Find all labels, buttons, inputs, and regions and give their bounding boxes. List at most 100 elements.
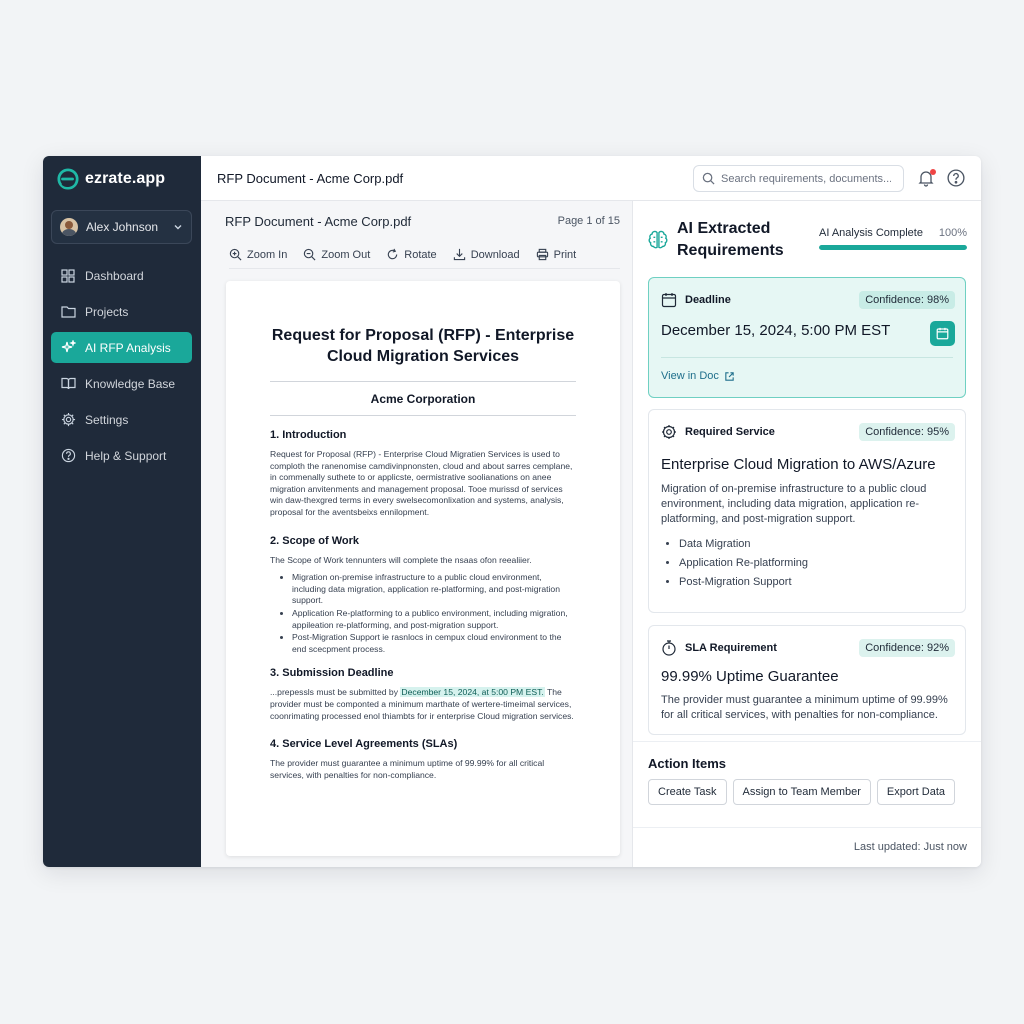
rotate-icon	[388, 248, 398, 260]
avatar	[60, 218, 78, 236]
deadline-text-pre: ...prepessls must be submitted by	[270, 687, 401, 698]
confidence-badge: Confidence: 98%	[859, 291, 955, 309]
book-icon	[60, 376, 76, 392]
print-button[interactable]: Print	[536, 248, 577, 261]
external-link-icon	[725, 371, 734, 381]
search-icon	[702, 172, 715, 185]
list-item: Application Re-platforming to a publico …	[292, 608, 576, 631]
sidebar-item-help-support[interactable]: Help & Support	[51, 440, 192, 471]
create-task-button[interactable]: Create Task	[648, 779, 727, 805]
printer-icon	[536, 248, 548, 261]
sidebar-item-label: Projects	[85, 304, 129, 319]
search-box[interactable]	[693, 165, 904, 192]
panel-title: AI Extracted Requirements	[677, 220, 784, 259]
link-label: View in Doc	[661, 370, 719, 382]
requirements-header: AI Extracted Requirements AI Analysis Co…	[647, 217, 967, 261]
download-icon	[453, 248, 465, 261]
document-org: Acme Corporation	[370, 392, 476, 406]
brand-logo-icon	[57, 168, 79, 190]
analysis-label: AI Analysis Complete	[819, 227, 923, 239]
sidebar-item-label: Knowledge Base	[85, 376, 176, 391]
topbar: RFP Document - Acme Corp.pdf	[201, 156, 981, 201]
export-data-button[interactable]: Export Data	[876, 779, 955, 805]
service-value: Enterprise Cloud Migration to AWS/Azure	[661, 456, 936, 473]
analysis-progress-bar	[819, 245, 967, 250]
chevron-down-icon	[174, 225, 182, 230]
notifications-button[interactable]	[917, 169, 937, 189]
list-item: Data Migration	[679, 538, 808, 550]
sidebar-item-knowledge-base[interactable]: Knowledge Base	[51, 368, 192, 399]
zoom-in-icon	[229, 248, 242, 261]
divider	[661, 357, 953, 358]
view-in-doc-link[interactable]: View in Doc	[661, 370, 735, 382]
section-title-scope: 2. Scope of Work	[270, 534, 360, 547]
tool-label: Download	[470, 248, 520, 261]
section-title-deadline: 3. Submission Deadline	[270, 667, 394, 680]
deadline-card[interactable]: Deadline Confidence: 98% December 15, 20…	[648, 277, 966, 398]
action-items: Create Task Assign to Team Member Export…	[648, 779, 955, 805]
document-title: Request for Proposal (RFP) - Enterprise …	[271, 327, 575, 365]
section-text-introduction: Request for Proposal (RFP) - Enterprise …	[270, 449, 573, 517]
document-page: Request for Proposal (RFP) - Enterprise …	[226, 281, 620, 856]
sidebar-item-dashboard[interactable]: Dashboard	[51, 260, 192, 291]
analysis-progress-fill	[819, 245, 967, 250]
analysis-status: AI Analysis Complete 100%	[819, 227, 967, 250]
scope-intro: The Scope of Work tennunters will comple…	[270, 554, 532, 565]
search-input[interactable]	[721, 172, 891, 185]
sidebar-item-settings[interactable]: Settings	[51, 404, 192, 435]
page-indicator: Page 1 of 15	[557, 215, 620, 227]
deadline-highlight[interactable]: December 15, 2024, at 5:00 PM EST.	[400, 687, 545, 698]
list-item: Migration on-premise infrastructure to a…	[292, 572, 576, 607]
document-name: RFP Document - Acme Corp.pdf	[225, 213, 412, 229]
sidebar: ezrate.app Alex Johnson Dashboard Projec…	[43, 156, 201, 867]
help-circle-icon	[60, 448, 76, 464]
document-viewer: RFP Document - Acme Corp.pdf Page 1 of 1…	[201, 201, 633, 867]
calendar-icon	[936, 327, 949, 340]
download-button[interactable]: Download	[453, 248, 520, 261]
section-text-deadline: ...prepessls must be submitted by Decemb…	[270, 687, 576, 722]
zoom-in-button[interactable]: Zoom In	[229, 248, 287, 261]
list-item: Post-Migration Support ie rasnlocs in ce…	[292, 632, 576, 655]
brain-icon	[648, 230, 668, 249]
section-title-sla: 4. Service Level Agreements (SLAs)	[270, 738, 458, 751]
card-label: Required Service	[685, 426, 775, 438]
document-header: RFP Document - Acme Corp.pdf Page 1 of 1…	[225, 211, 620, 231]
zoom-out-icon	[304, 248, 316, 261]
confidence-badge: Confidence: 92%	[859, 639, 955, 657]
tool-label: Zoom In	[247, 248, 288, 261]
card-label: Deadline	[685, 294, 731, 306]
sidebar-nav: Dashboard Projects AI RFP Analysis Knowl…	[51, 260, 192, 476]
sla-description: The provider must guarantee a minimum up…	[661, 694, 948, 721]
sidebar-item-label: Dashboard	[85, 268, 144, 283]
section-title-introduction: 1. Introduction	[270, 429, 347, 441]
sidebar-item-ai-rfp-analysis[interactable]: AI RFP Analysis	[51, 332, 192, 363]
card-label: SLA Requirement	[685, 642, 777, 654]
action-items-title: Action Items	[648, 756, 727, 771]
sidebar-item-label: Help & Support	[85, 448, 167, 463]
sla-requirement-card[interactable]: SLA Requirement Confidence: 92% 99.99% U…	[648, 625, 966, 735]
requirements-panel: AI Extracted Requirements AI Analysis Co…	[633, 201, 981, 867]
sparkle-icon	[60, 340, 76, 356]
section-text-scope: The Scope of Work tennunters will comple…	[270, 555, 576, 656]
rotate-button[interactable]: Rotate	[386, 248, 437, 261]
assign-team-member-button[interactable]: Assign to Team Member	[732, 779, 871, 805]
confidence-badge: Confidence: 95%	[859, 423, 955, 441]
gear-icon	[662, 425, 676, 439]
divider	[633, 827, 981, 828]
add-to-calendar-button[interactable]	[930, 321, 955, 346]
sidebar-item-label: Settings	[85, 412, 129, 427]
user-switcher[interactable]: Alex Johnson	[51, 210, 192, 244]
stopwatch-icon	[662, 640, 676, 656]
zoom-out-button[interactable]: Zoom Out	[303, 248, 370, 261]
app-window: ezrate.app Alex Johnson Dashboard Projec…	[43, 156, 981, 867]
last-updated: Last updated: Just now	[853, 841, 967, 853]
notification-dot	[930, 169, 936, 175]
sidebar-item-label: AI RFP Analysis	[85, 340, 171, 355]
sidebar-item-projects[interactable]: Projects	[51, 296, 192, 327]
brand[interactable]: ezrate.app	[57, 168, 165, 190]
required-service-card[interactable]: Required Service Confidence: 95% Enterpr…	[648, 409, 966, 613]
help-button[interactable]	[947, 169, 967, 189]
scope-list: Migration on-premise infrastructure to a…	[270, 572, 576, 655]
brand-name: ezrate.app	[85, 170, 166, 187]
tool-label: Print	[553, 248, 577, 261]
